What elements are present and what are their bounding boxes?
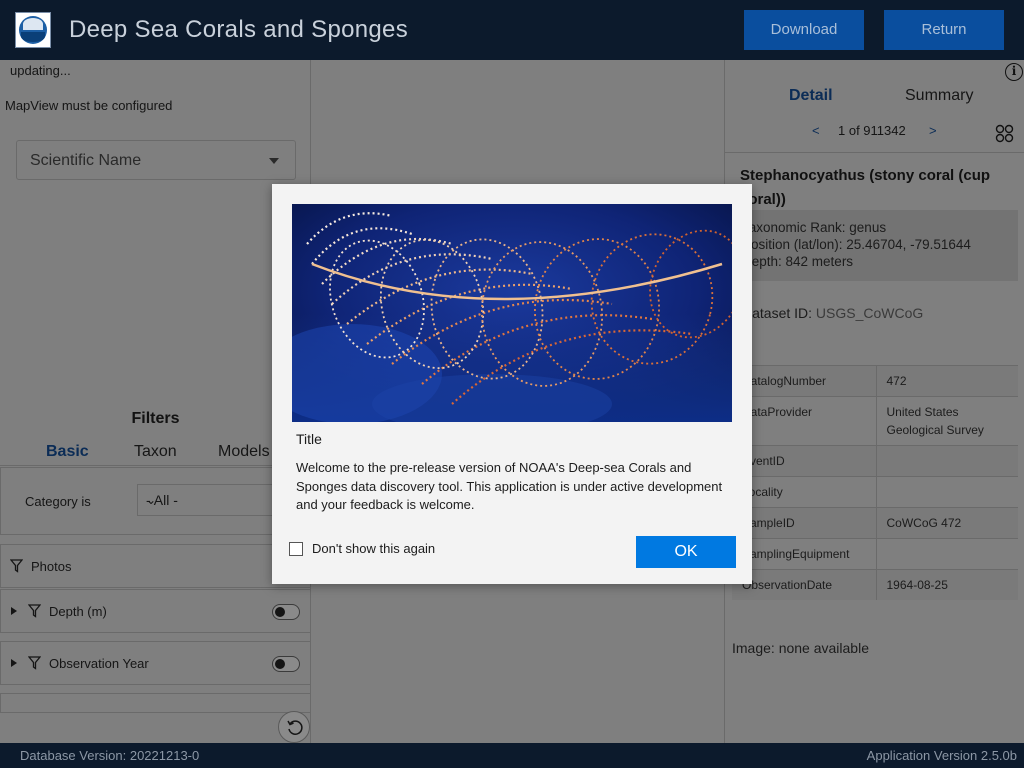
attr-key: SampleID	[732, 507, 877, 539]
noaa-logo-icon	[15, 12, 51, 48]
pager-text: 1 of 911342	[838, 123, 906, 138]
filters-title: Filters	[131, 410, 180, 427]
attr-value: 1964-08-25	[876, 569, 1018, 600]
taxonomic-rank: Taxonomic Rank: genus	[742, 220, 887, 235]
return-button[interactable]: Return	[884, 10, 1004, 50]
filter-label-depth: Depth (m)	[49, 604, 107, 619]
attr-key: ObservationDate	[732, 569, 877, 600]
divider	[725, 152, 1024, 153]
filter-label-observation-year: Observation Year	[49, 656, 149, 671]
category-label: Category is	[25, 494, 91, 509]
filter-row-partial	[0, 693, 310, 713]
filter-panel: updating... MapView must be configured S…	[0, 60, 311, 743]
caret-down-icon	[269, 158, 279, 164]
filter-row-photos[interactable]: Photos	[0, 544, 310, 588]
table-row: EventID	[732, 445, 1018, 477]
dataset-label: Dataset ID:	[742, 305, 813, 321]
attr-value	[876, 538, 1018, 570]
attr-key: Locality	[732, 476, 877, 508]
app-title: Deep Sea Corals and Sponges	[69, 16, 408, 43]
ok-button[interactable]: OK	[636, 536, 736, 568]
scientific-name-placeholder: Scientific Name	[30, 152, 142, 169]
attr-key: EventID	[732, 445, 877, 477]
attr-value	[876, 445, 1018, 477]
app-header: Deep Sea Corals and Sponges Download Ret…	[0, 0, 1024, 60]
chevron-down-icon: ⌄	[146, 493, 157, 507]
dont-show-again-label[interactable]: Don't show this again	[312, 541, 435, 556]
coral-photo	[292, 204, 732, 422]
grid-view-icon[interactable]	[995, 124, 1014, 143]
depth: Depth: 842 meters	[742, 254, 854, 269]
table-row: SampleID CoWCoG 472	[732, 507, 1018, 539]
database-version: Database Version: 20221213-0	[20, 748, 200, 763]
category-filter: Category is - All - ⌄	[0, 467, 310, 535]
reset-filters-button[interactable]	[278, 711, 310, 743]
download-button[interactable]: Download	[744, 10, 864, 50]
attr-value: 472	[876, 365, 1018, 397]
dataset-value: USGS_CoWCoG	[815, 305, 924, 321]
filter-row-observation-year[interactable]: Observation Year	[0, 641, 310, 685]
attr-value: United States Geological Survey	[876, 396, 1018, 446]
filter-row-depth[interactable]: Depth (m)	[0, 589, 310, 633]
filter-icon	[28, 656, 41, 670]
attr-key: CatalogNumber	[732, 365, 877, 397]
filter-label-photos: Photos	[31, 559, 72, 574]
species-name: Stephanocyathus (stony coral (cup coral)…	[740, 167, 991, 208]
filter-icon	[28, 604, 41, 618]
position: Position (lat/lon): 25.46704, -79.51644	[742, 237, 971, 252]
tab-detail[interactable]: Detail	[789, 87, 833, 105]
pager-next-button[interactable]: >	[929, 123, 937, 138]
welcome-dialog: Title Welcome to the pre-release version…	[272, 184, 752, 584]
depth-toggle[interactable]	[272, 604, 300, 620]
dont-show-again-checkbox[interactable]	[289, 542, 303, 556]
image-note: Image: none available	[732, 640, 869, 656]
dataset-id: Dataset ID: USGS_CoWCoG	[742, 305, 923, 321]
expand-icon[interactable]	[11, 607, 17, 615]
category-select[interactable]: - All - ⌄	[137, 484, 287, 516]
tab-divider	[0, 465, 310, 466]
map-message: MapView must be configured	[5, 98, 173, 113]
tab-summary[interactable]: Summary	[905, 87, 973, 105]
attr-key: SamplingEquipment	[732, 538, 877, 570]
dialog-body: Welcome to the pre-release version of NO…	[296, 460, 723, 512]
tab-taxon[interactable]: Taxon	[134, 443, 177, 461]
dialog-title: Title	[296, 431, 322, 447]
table-row: DataProvider United States Geological Sur…	[732, 396, 1018, 446]
table-row: SamplingEquipment	[732, 538, 1018, 570]
app-footer: Database Version: 20221213-0 Application…	[0, 743, 1024, 768]
app-version: Application Version 2.5.0b	[866, 748, 1017, 763]
reset-icon	[287, 720, 303, 735]
attr-value: CoWCoG 472	[876, 507, 1018, 539]
status-text: updating...	[10, 63, 71, 78]
record-summary: Taxonomic Rank: genus Position (lat/lon)…	[732, 210, 1018, 281]
detail-panel: i Detail Summary < 1 of 911342 > Stephan…	[724, 60, 1024, 743]
pager-prev-button[interactable]: <	[812, 123, 820, 138]
table-row: Locality	[732, 476, 1018, 508]
table-row: ObservationDate 1964-08-25	[732, 569, 1018, 600]
filter-icon	[10, 559, 23, 573]
scientific-name-select[interactable]: Scientific Name	[16, 140, 296, 180]
attr-value	[876, 476, 1018, 508]
tab-basic[interactable]: Basic	[46, 443, 89, 461]
expand-icon[interactable]	[11, 659, 17, 667]
tab-models[interactable]: Models	[218, 443, 270, 461]
attr-key: DataProvider	[732, 396, 877, 446]
observation-year-toggle[interactable]	[272, 656, 300, 672]
info-icon[interactable]: i	[1005, 63, 1023, 81]
attributes-table: CatalogNumber 472 DataProvider United Stat…	[732, 365, 1018, 600]
table-row: CatalogNumber 472	[732, 365, 1018, 397]
